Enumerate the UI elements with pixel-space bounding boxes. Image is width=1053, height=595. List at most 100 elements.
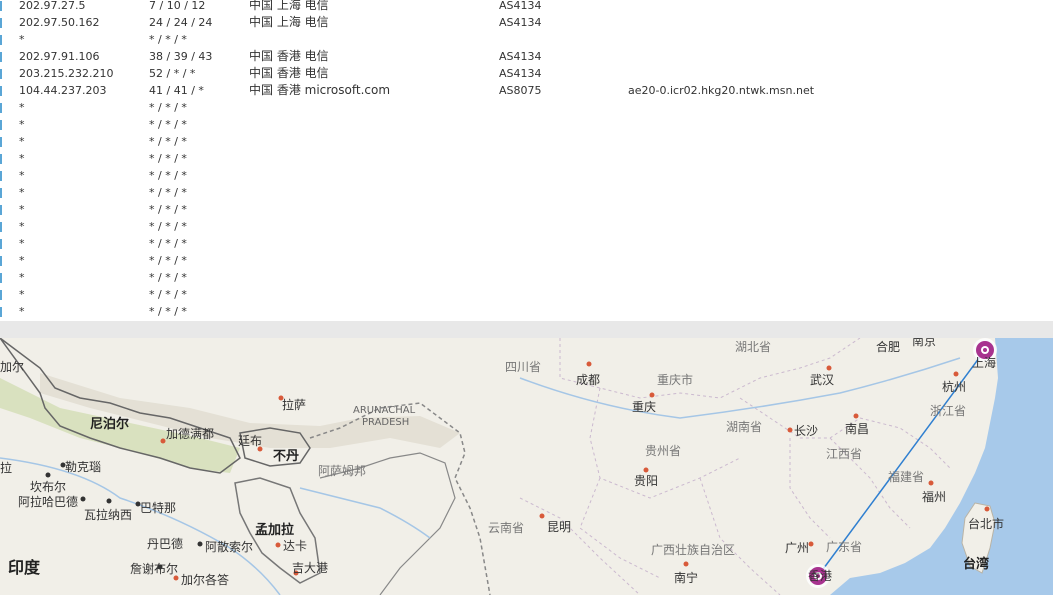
hop-ip: *: [19, 288, 25, 301]
hop-as: AS4134: [499, 50, 542, 63]
row-indicator: [0, 205, 2, 215]
hop-location: 中国 香港 电信: [249, 49, 329, 63]
row-indicator: [0, 273, 2, 283]
hop-row[interactable]: 202.97.27.5 7 / 10 / 12 中国 上海 电信 AS4134: [0, 0, 1053, 14]
hop-row[interactable]: * * / * / *: [0, 218, 1053, 235]
map-label: 廷布: [238, 434, 263, 448]
map-label: 重庆市: [657, 373, 694, 387]
row-indicator: [0, 137, 2, 147]
map-label: 杭州: [942, 380, 967, 394]
hop-row[interactable]: 104.44.237.203 41 / 41 / * 中国 香港 microsoft…: [0, 82, 1053, 99]
hop-rtt: * / * / *: [149, 288, 187, 301]
map-label: 贵阳: [634, 474, 659, 488]
row-indicator: [0, 52, 2, 62]
map-label: 南京: [912, 338, 937, 348]
row-indicator: [0, 188, 2, 198]
hop-row[interactable]: * * / * / *: [0, 31, 1053, 48]
row-indicator: [0, 86, 2, 96]
hop-rtt: * / * / *: [149, 135, 187, 148]
hop-rtt: * / * / *: [149, 169, 187, 182]
hop-as: AS4134: [499, 0, 542, 12]
hop-row[interactable]: * * / * / *: [0, 167, 1053, 184]
hop-row[interactable]: 202.97.91.106 38 / 39 / 43 中国 香港 电信 AS4134: [0, 48, 1053, 65]
map-label: 上海: [972, 356, 997, 370]
map-label: 丹巴德: [147, 537, 184, 551]
hop-rtt: * / * / *: [149, 186, 187, 199]
map-label: 湖北省: [735, 340, 772, 354]
hop-rtt: 38 / 39 / 43: [149, 50, 213, 63]
map-label: 成都: [576, 373, 601, 387]
hop-rtt: * / * / *: [149, 101, 187, 114]
hop-rtt: * / * / *: [149, 254, 187, 267]
map-label: ARUNACHAL: [353, 405, 416, 416]
hop-rtt: * / * / *: [149, 237, 187, 250]
hop-rtt: 41 / 41 / *: [149, 84, 204, 97]
hop-row[interactable]: * * / * / *: [0, 269, 1053, 286]
map-label: 广东省: [826, 540, 863, 554]
hop-row[interactable]: * * / * / *: [0, 99, 1053, 116]
hop-row[interactable]: * * / * / *: [0, 286, 1053, 303]
hop-location: 中国 香港 microsoft.com: [249, 83, 391, 97]
hop-row[interactable]: * * / * / *: [0, 201, 1053, 218]
map-label: 贵州省: [645, 444, 682, 458]
hop-ip: 104.44.237.203: [19, 84, 107, 97]
row-indicator: [0, 307, 2, 317]
hop-ip: *: [19, 186, 25, 199]
hop-ip: *: [19, 271, 25, 284]
hop-rtt: * / * / *: [149, 33, 187, 46]
hop-rtt: * / * / *: [149, 305, 187, 318]
map-label: 孟加拉: [255, 523, 295, 538]
row-indicator: [0, 103, 2, 113]
hop-row[interactable]: * * / * / *: [0, 252, 1053, 269]
hop-rtt: * / * / *: [149, 271, 187, 284]
map-label: 印度: [8, 558, 41, 577]
row-indicator: [0, 69, 2, 79]
map-label: 尼泊尔: [90, 417, 130, 432]
hop-ip: *: [19, 254, 25, 267]
map-label: 拉萨: [282, 398, 307, 412]
map-label: 浙江省: [930, 404, 967, 418]
map-label: 阿萨姆邦: [318, 464, 367, 478]
hop-ip: *: [19, 220, 25, 233]
hop-rtt: * / * / *: [149, 220, 187, 233]
hop-rtt: * / * / *: [149, 118, 187, 131]
hop-ip: *: [19, 152, 25, 165]
map-label: 广西壮族自治区: [651, 543, 736, 557]
hop-ip: *: [19, 305, 25, 318]
hop-ip: 203.215.232.210: [19, 67, 114, 80]
hop-row[interactable]: 203.215.232.210 52 / * / * 中国 香港 电信 AS4134: [0, 65, 1053, 82]
hop-row[interactable]: * * / * / *: [0, 133, 1053, 150]
hop-ip: *: [19, 203, 25, 216]
hop-row[interactable]: 202.97.50.162 24 / 24 / 24 中国 上海 电信 AS4134: [0, 14, 1053, 31]
map-label: 加尔: [0, 360, 25, 374]
hop-location: 中国 上海 电信: [249, 0, 329, 12]
hop-rtt: 52 / * / *: [149, 67, 196, 80]
hop-as: AS4134: [499, 67, 542, 80]
map-label: 武汉: [810, 373, 835, 387]
hop-ip: *: [19, 169, 25, 182]
map-label: PRADESH: [362, 417, 410, 428]
hop-row[interactable]: * * / * / *: [0, 235, 1053, 252]
map-label: 阿散索尔: [205, 540, 254, 554]
row-indicator: [0, 239, 2, 249]
hop-row[interactable]: * * / * / *: [0, 116, 1053, 133]
map-label: 长沙: [794, 424, 819, 438]
map-label: 南昌: [845, 422, 870, 436]
hop-row[interactable]: * * / * / *: [0, 184, 1053, 201]
map-base: [0, 338, 1053, 595]
map-label: 云南省: [488, 521, 525, 535]
row-indicator: [0, 120, 2, 130]
traceroute-table: 202.97.27.5 7 / 10 / 12 中国 上海 电信 AS4134 202.…: [0, 0, 1053, 321]
hop-host: ae20-0.icr02.hkg20.ntwk.msn.net: [628, 84, 815, 97]
hop-ip: *: [19, 135, 25, 148]
hop-rtt: 24 / 24 / 24: [149, 16, 213, 29]
hop-rtt: * / * / *: [149, 203, 187, 216]
pane-separator[interactable]: [0, 321, 1053, 338]
map-label: 合肥: [876, 340, 901, 354]
hop-location: 中国 香港 电信: [249, 66, 329, 80]
hop-row[interactable]: * * / * / *: [0, 303, 1053, 320]
route-map[interactable]: 湖北省 合肥 南京 四川省 成都 重庆市 武汉 上海 杭州 拉萨 ARUNACHAL PRADESH 重…: [0, 338, 1053, 595]
hop-rtt: * / * / *: [149, 152, 187, 165]
hop-row[interactable]: * * / * / *: [0, 150, 1053, 167]
map-label: 昆明: [547, 520, 572, 534]
